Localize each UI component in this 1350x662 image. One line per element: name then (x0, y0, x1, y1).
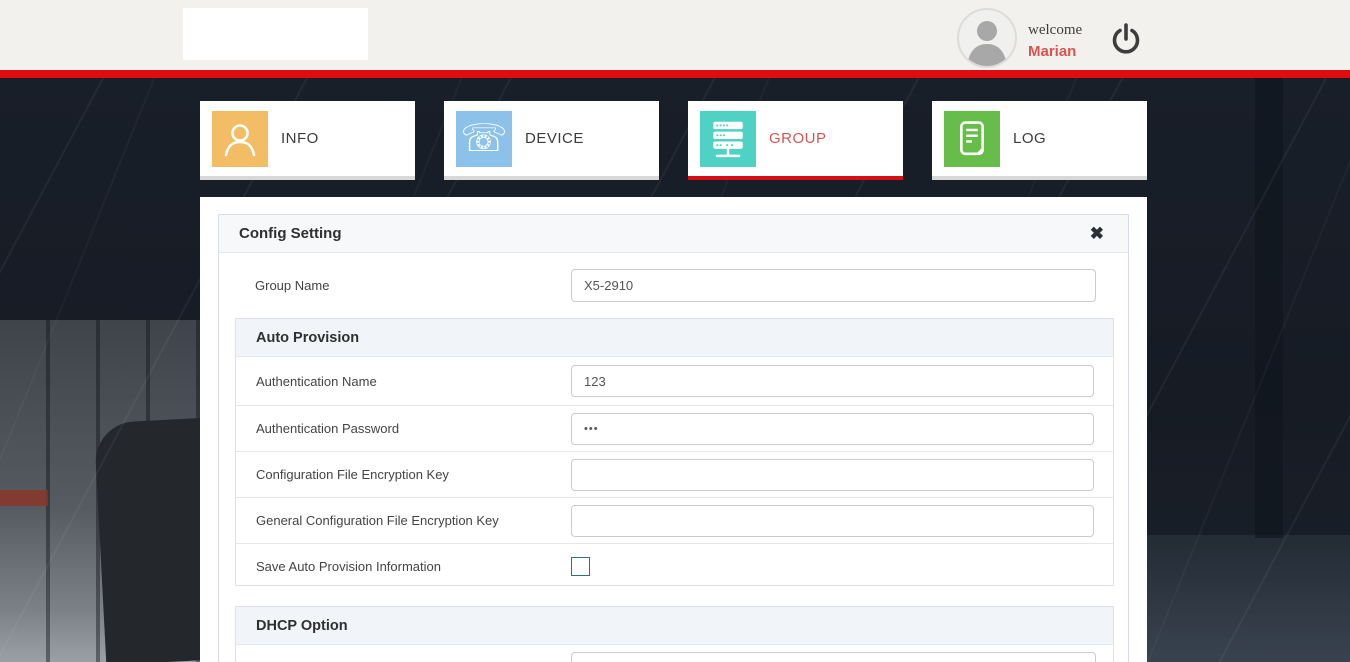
user-silhouette-icon (959, 10, 1015, 66)
welcome-label: welcome (1028, 20, 1082, 40)
background-photo-beam (0, 490, 48, 506)
tab-device[interactable]: ☏ DEVICE (444, 101, 659, 180)
logo-placeholder (183, 8, 368, 60)
close-icon[interactable]: ✖ (1090, 215, 1104, 253)
tab-log[interactable]: LOG (932, 101, 1147, 180)
general-config-key-row: General Configuration File Encryption Ke… (236, 497, 1113, 543)
save-auto-provision-label: Save Auto Provision Information (236, 559, 571, 574)
general-config-key-label: General Configuration File Encryption Ke… (236, 513, 571, 528)
auto-provision-header: Auto Provision (236, 319, 1113, 357)
group-name-label: Group Name (219, 278, 571, 293)
panel-header: Config Setting ✖ (219, 215, 1128, 253)
tab-group-label: GROUP (769, 130, 827, 147)
auth-name-label: Authentication Name (236, 374, 571, 389)
panel-title: Config Setting (219, 225, 341, 242)
power-icon (1108, 21, 1144, 57)
welcome-block: welcome Marian (1028, 20, 1082, 62)
config-key-row: Configuration File Encryption Key (236, 451, 1113, 497)
config-key-label: Configuration File Encryption Key (236, 467, 571, 482)
auth-password-label: Authentication Password (236, 421, 571, 436)
tab-log-label: LOG (1013, 130, 1046, 147)
username: Marian (1028, 42, 1082, 62)
dhcp-first-row (236, 652, 1113, 662)
content-container: Config Setting ✖ Group Name Auto Provisi… (200, 197, 1147, 662)
background-photo-pillar (1255, 78, 1283, 538)
auto-provision-section: Auto Provision Authentication Name Authe… (235, 318, 1114, 586)
auth-name-row: Authentication Name (236, 357, 1113, 405)
avatar[interactable] (957, 8, 1017, 68)
auth-password-input[interactable] (571, 413, 1094, 445)
auth-password-row: Authentication Password (236, 405, 1113, 451)
save-auto-provision-row: Save Auto Provision Information (236, 543, 1113, 589)
dhcp-first-input[interactable] (571, 652, 1096, 662)
config-key-input[interactable] (571, 459, 1094, 491)
top-header: welcome Marian (0, 0, 1350, 70)
phone-glyph: ☏ (460, 120, 508, 158)
dhcp-option-title: DHCP Option (236, 618, 348, 634)
tab-device-label: DEVICE (525, 130, 584, 147)
red-divider-bar (0, 70, 1350, 78)
auth-name-input[interactable] (571, 365, 1094, 397)
general-config-key-input[interactable] (571, 505, 1094, 537)
auto-provision-title: Auto Provision (236, 330, 359, 346)
config-setting-panel: Config Setting ✖ Group Name Auto Provisi… (218, 214, 1129, 662)
dhcp-option-section: DHCP Option (235, 606, 1114, 662)
person-icon (212, 111, 268, 167)
group-name-row: Group Name (219, 253, 1128, 318)
tab-bar: INFO ☏ DEVICE GROUP (200, 101, 1147, 180)
dhcp-option-header: DHCP Option (236, 607, 1113, 645)
server-group-icon (700, 111, 756, 167)
group-name-input[interactable] (571, 269, 1096, 302)
phone-icon: ☏ (456, 111, 512, 167)
logout-power-button[interactable] (1108, 20, 1146, 58)
background-photo-floor (1147, 535, 1350, 662)
tab-info-label: INFO (281, 130, 319, 147)
tab-info[interactable]: INFO (200, 101, 415, 180)
document-log-icon (944, 111, 1000, 167)
save-auto-provision-checkbox[interactable] (571, 557, 590, 576)
tab-group[interactable]: GROUP (688, 101, 903, 180)
